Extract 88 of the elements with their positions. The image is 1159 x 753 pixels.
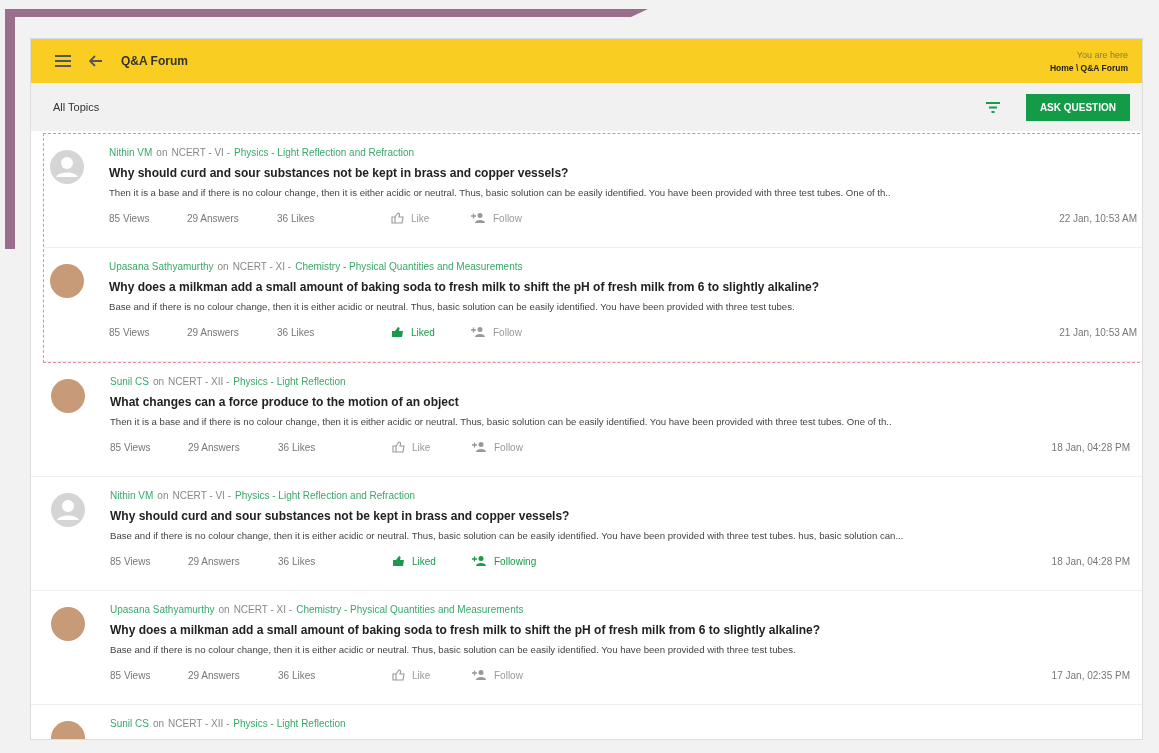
topic-link[interactable]: Physics - Light Reflection <box>233 375 346 387</box>
follow-button[interactable]: Follow <box>472 441 552 453</box>
avatar-icon <box>50 150 84 184</box>
like-button[interactable]: Liked <box>391 326 471 338</box>
author-link[interactable]: Sunil CS <box>110 717 149 729</box>
meta-text: on <box>152 375 165 387</box>
breadcrumb-label: You are here <box>1076 49 1128 60</box>
author-link[interactable]: Upasana Sathyamurthy <box>109 260 214 272</box>
question-title[interactable]: Why does a milkman add a small amount of baking soda to fresh milk to shift the pH of fresh milk from 6 to slightly alkaline? <box>109 280 1137 294</box>
course-label: NCERT - VI - <box>171 146 230 158</box>
topic-link[interactable]: Chemistry - Physical Quantities and Measurements <box>295 260 523 272</box>
topics-label: All Topics <box>53 101 100 113</box>
post-date: 18 Jan, 04:28 PM <box>1051 441 1130 453</box>
topic-link[interactable]: Physics - Light Reflection and Refraction <box>235 489 416 501</box>
likes-count: 36 Likes <box>277 326 316 338</box>
likes-count: 36 Likes <box>277 212 316 224</box>
course-label: NCERT - XI - <box>232 260 292 272</box>
post-date: 18 Jan, 04:28 PM <box>1051 555 1130 567</box>
thumbs-up-icon <box>392 669 405 681</box>
answers-count: 29 Answers <box>187 326 240 338</box>
back-arrow-icon[interactable] <box>89 55 103 67</box>
topic-link[interactable]: Chemistry - Physical Quantities and Measurements <box>296 603 524 615</box>
meta-text: on <box>218 603 230 615</box>
views-count: 85 Views <box>109 212 151 224</box>
add-person-icon <box>472 555 487 567</box>
avatar-icon <box>51 493 85 527</box>
author-link[interactable]: Nithin VM <box>110 489 154 501</box>
author-link[interactable]: Sunil CS <box>110 375 149 387</box>
meta-text: on <box>157 489 169 501</box>
thumbs-up-icon <box>391 326 404 338</box>
avatar-photo-placeholder <box>51 379 85 413</box>
question-excerpt: Base and if there is no colour change, then it is either acidic or neutral. Thus, basic solution can be easily identified. You have been provided with three test tubes. <box>110 644 797 655</box>
post-date: 22 Jan, 10:53 AM <box>1059 212 1137 224</box>
question-excerpt: Then it is a base and if there is no colour change, then it is either acidic or neutral. Thus, basic solution can be easily identified. You have been provided with three test tubes. One of th.. <box>109 187 892 198</box>
views-count: 85 Views <box>110 441 152 453</box>
thumbs-up-icon <box>392 555 405 567</box>
topic-link[interactable]: Physics - Light Reflection and Refraction <box>234 146 415 158</box>
course-label: NCERT - XI - <box>233 603 293 615</box>
post-date: 17 Jan, 02:35 PM <box>1051 669 1130 681</box>
views-count: 85 Views <box>110 669 152 681</box>
add-person-icon <box>472 669 487 681</box>
meta-text: on <box>217 260 229 272</box>
likes-count: 36 Likes <box>278 669 317 681</box>
avatar-photo-placeholder <box>51 607 85 641</box>
like-button[interactable]: Like <box>391 212 471 224</box>
add-person-icon <box>471 212 486 224</box>
question-title[interactable]: What changes can a force produce to the motion of an object <box>110 395 1130 409</box>
answers-count: 29 Answers <box>188 441 241 453</box>
follow-button[interactable]: Following <box>472 555 552 567</box>
answers-count: 29 Answers <box>188 555 241 567</box>
answers-count: 29 Answers <box>188 669 241 681</box>
likes-count: 36 Likes <box>278 441 317 453</box>
meta-text: on <box>156 146 168 158</box>
course-label: NCERT - XII - <box>168 375 230 387</box>
course-label: NCERT - XII - <box>168 717 230 729</box>
question-card[interactable]: Sunil CS on NCERT - XII - Physics - Light Reflection <box>31 705 1142 739</box>
question-excerpt: Base and if there is no colour change, then it is either acidic or neutral. Thus, basic solution can be easily identified. You have been provided with three test tubes. <box>109 301 796 312</box>
course-label: NCERT - VI - <box>172 489 231 501</box>
question-excerpt: Base and if there is no colour change, then it is either acidic or neutral. Thus, basic solution can be easily identified. You have been provided with three test tubes. hus, basic solution can... <box>110 530 905 541</box>
follow-button[interactable]: Follow <box>471 326 551 338</box>
thumbs-up-icon <box>391 212 404 224</box>
likes-count: 36 Likes <box>278 555 317 567</box>
follow-button[interactable]: Follow <box>472 669 552 681</box>
topic-link[interactable]: Physics - Light Reflection <box>233 717 346 729</box>
add-person-icon <box>471 326 486 338</box>
author-link[interactable]: Nithin VM <box>109 146 153 158</box>
like-button[interactable]: Like <box>392 441 472 453</box>
question-title[interactable]: Why does a milkman add a small amount of baking soda to fresh milk to shift the pH of fresh milk from 6 to slightly alkaline? <box>110 623 1130 637</box>
post-date: 21 Jan, 10:53 AM <box>1059 326 1137 338</box>
follow-button[interactable]: Follow <box>471 212 551 224</box>
question-title[interactable]: Why should curd and sour substances not be kept in brass and copper vessels? <box>109 166 1137 180</box>
answers-count: 29 Answers <box>187 212 240 224</box>
menu-icon[interactable] <box>55 55 71 67</box>
avatar-photo-placeholder <box>50 264 84 298</box>
like-button[interactable]: Like <box>392 669 472 681</box>
page-title: Q&A Forum <box>121 54 188 68</box>
ask-question-button[interactable]: ASK QUESTION <box>1025 93 1130 121</box>
like-button[interactable]: Liked <box>392 555 472 567</box>
author-link[interactable]: Upasana Sathyamurthy <box>110 603 215 615</box>
meta-text: on <box>152 717 165 729</box>
filter-icon[interactable] <box>985 101 1000 113</box>
views-count: 85 Views <box>110 555 152 567</box>
thumbs-up-icon <box>392 441 405 453</box>
question-excerpt: Then it is a base and if there is no colour change, then it is either acidic or neutral. Thus, basic solution can be easily identified. You have been provided with three test tubes. One of th.. <box>110 416 893 427</box>
views-count: 85 Views <box>109 326 151 338</box>
add-person-icon <box>472 441 487 453</box>
question-title[interactable]: Why should curd and sour substances not be kept in brass and copper vessels? <box>110 509 1130 523</box>
breadcrumb: Home \ Q&A Forum <box>1049 62 1128 73</box>
